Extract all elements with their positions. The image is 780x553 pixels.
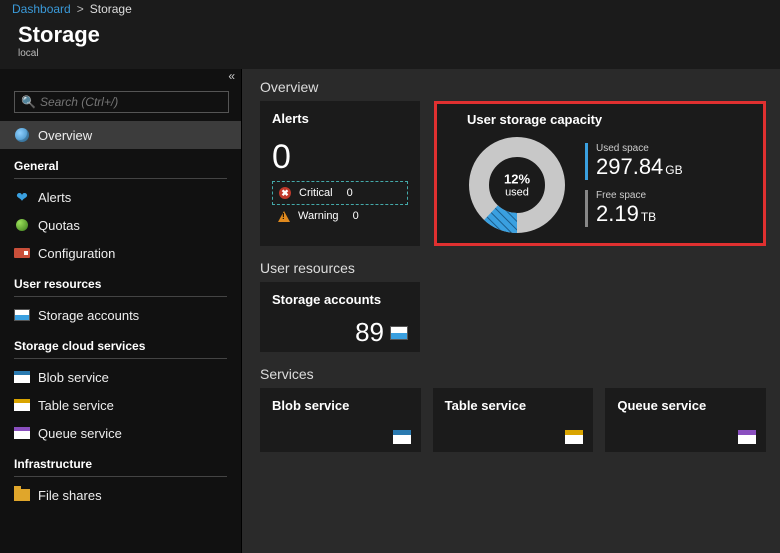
heart-icon: ❤: [14, 189, 30, 205]
sidebar-item-label: Alerts: [38, 190, 71, 205]
search-icon: 🔍: [21, 95, 36, 109]
free-space-label: Free space: [596, 190, 683, 201]
breadcrumb-root[interactable]: Dashboard: [12, 2, 71, 16]
sidebar-item-label: Overview: [38, 128, 92, 143]
alerts-tile[interactable]: Alerts 0 ✖ Critical 0 Warning 0: [260, 101, 420, 246]
page-subtitle: local: [18, 48, 768, 59]
alerts-total: 0: [272, 138, 408, 177]
storage-accounts-value: 89: [355, 317, 384, 348]
sidebar-section-general: General: [0, 149, 241, 175]
storage-icon: [390, 326, 408, 340]
blob-service-tile[interactable]: Blob service: [260, 388, 421, 452]
capacity-donut: 12% used: [467, 135, 567, 235]
capacity-percent-suffix: used: [505, 187, 529, 199]
table-service-tile[interactable]: Table service: [433, 388, 594, 452]
sidebar-item-label: Quotas: [38, 218, 80, 233]
globe-icon: [14, 127, 30, 143]
sidebar-item-blob-service[interactable]: Blob service: [0, 363, 241, 391]
sidebar-item-configuration[interactable]: Configuration: [0, 239, 241, 267]
table-service-label: Table service: [445, 398, 582, 413]
sidebar-item-storage-accounts[interactable]: Storage accounts: [0, 301, 241, 329]
warning-label: Warning: [298, 210, 339, 222]
capacity-tile[interactable]: User storage capacity: [434, 101, 766, 246]
search-input[interactable]: [40, 95, 222, 109]
used-space-value: 297.84: [596, 154, 663, 179]
queue-service-tile[interactable]: Queue service: [605, 388, 766, 452]
queue-icon: [14, 425, 30, 441]
alerts-title: Alerts: [272, 111, 408, 126]
free-space-stat: Free space 2.19TB: [585, 190, 683, 227]
queue-service-label: Queue service: [617, 398, 754, 413]
sidebar-item-label: File shares: [38, 488, 102, 503]
sidebar-item-label: Configuration: [38, 246, 115, 261]
chevron-left-icon: «: [228, 69, 231, 83]
sidebar-item-overview[interactable]: Overview: [0, 121, 241, 149]
sidebar-item-alerts[interactable]: ❤ Alerts: [0, 183, 241, 211]
warning-row[interactable]: Warning 0: [272, 205, 408, 227]
search-input-wrapper[interactable]: 🔍: [14, 91, 229, 113]
divider: [14, 296, 227, 297]
services-heading: Services: [260, 366, 766, 382]
sidebar-item-label: Storage accounts: [38, 308, 139, 323]
sidebar-item-file-shares[interactable]: File shares: [0, 481, 241, 509]
sidebar-item-label: Blob service: [38, 370, 109, 385]
critical-row[interactable]: ✖ Critical 0: [272, 181, 408, 205]
warning-count: 0: [353, 210, 359, 222]
sidebar-section-user-resources: User resources: [0, 267, 241, 293]
used-space-stat: Used space 297.84GB: [585, 143, 683, 180]
main-content: Overview Alerts 0 ✖ Critical 0 Warning 0: [242, 69, 780, 553]
storage-accounts-tile[interactable]: Storage accounts 89: [260, 282, 420, 352]
warning-icon: [278, 211, 290, 222]
user-resources-heading: User resources: [260, 260, 766, 276]
capacity-percent: 12%: [504, 172, 530, 187]
breadcrumb: Dashboard > Storage: [0, 0, 780, 18]
quota-icon: [14, 217, 30, 233]
breadcrumb-current: Storage: [90, 2, 132, 16]
used-space-label: Used space: [596, 143, 683, 154]
breadcrumb-separator: >: [77, 2, 84, 16]
table-icon: [14, 397, 30, 413]
capacity-title: User storage capacity: [467, 112, 743, 127]
sidebar-item-quotas[interactable]: Quotas: [0, 211, 241, 239]
config-icon: [14, 245, 30, 261]
sidebar-item-queue-service[interactable]: Queue service: [0, 419, 241, 447]
critical-label: Critical: [299, 187, 333, 199]
page-title: Storage: [18, 22, 768, 48]
title-bar: Storage local: [0, 18, 780, 69]
free-space-unit: TB: [641, 210, 656, 224]
critical-count: 0: [347, 187, 353, 199]
blob-icon: [14, 369, 30, 385]
divider: [14, 358, 227, 359]
table-icon: [565, 430, 583, 444]
blob-icon: [393, 430, 411, 444]
free-space-value: 2.19: [596, 201, 639, 226]
storage-icon: [14, 307, 30, 323]
sidebar-item-label: Table service: [38, 398, 114, 413]
queue-icon: [738, 430, 756, 444]
critical-icon: ✖: [279, 187, 291, 199]
storage-accounts-label: Storage accounts: [272, 292, 408, 307]
sidebar-item-table-service[interactable]: Table service: [0, 391, 241, 419]
sidebar-section-infrastructure: Infrastructure: [0, 447, 241, 473]
overview-heading: Overview: [260, 79, 766, 95]
used-space-unit: GB: [665, 163, 682, 177]
divider: [14, 178, 227, 179]
sidebar-collapse[interactable]: «: [0, 69, 241, 87]
sidebar-section-cloud-services: Storage cloud services: [0, 329, 241, 355]
sidebar: « 🔍 Overview General ❤ Alerts Quotas Con…: [0, 69, 242, 553]
sidebar-item-label: Queue service: [38, 426, 122, 441]
blob-service-label: Blob service: [272, 398, 409, 413]
divider: [14, 476, 227, 477]
folder-icon: [14, 487, 30, 503]
